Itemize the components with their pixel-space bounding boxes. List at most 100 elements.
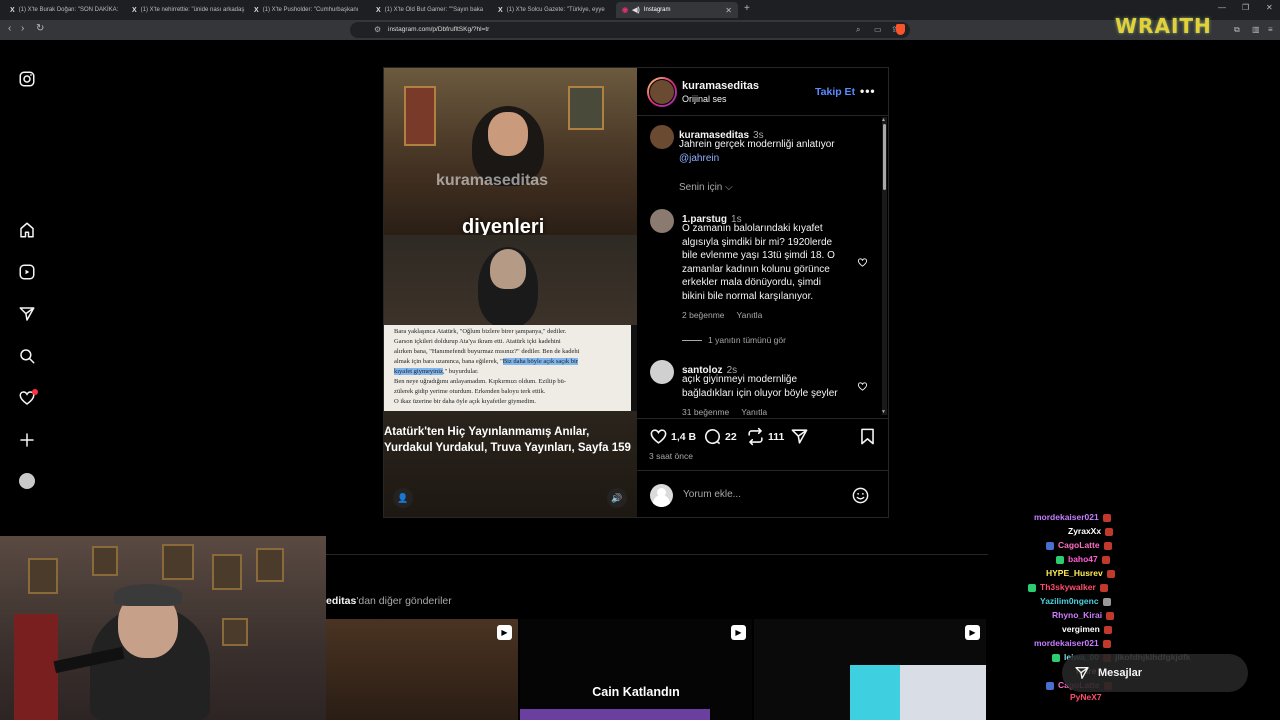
comment-likes[interactable]: 31 beğenme [682, 407, 729, 417]
browser-tab[interactable]: X (1) X'te Burak Doğan: "SON DAKİKA: [4, 2, 126, 18]
browser-tab[interactable]: X (1) X'te Pusholder: "Cumhurbaşkanı [248, 2, 370, 18]
caption-mention[interactable]: @jahrein [679, 152, 719, 166]
extensions-icon[interactable]: ⧉ [1234, 25, 1240, 35]
chat-message: baho47 [1056, 554, 1110, 564]
wall-frame [222, 618, 248, 646]
notification-dot [32, 389, 38, 395]
more-options-icon[interactable]: ••• [860, 84, 876, 98]
back-icon[interactable]: ‹ [8, 23, 11, 34]
chat-badge-icon [1052, 653, 1060, 662]
sidebar-icon[interactable]: ▥ [1252, 25, 1260, 34]
follow-button[interactable]: Takip Et [815, 86, 855, 98]
create-plus-icon[interactable] [18, 431, 36, 449]
wall-frame [28, 558, 58, 594]
brave-shield-icon[interactable] [896, 24, 905, 35]
search-icon[interactable] [18, 347, 36, 365]
messages-icon [1075, 667, 1089, 679]
streamer-webcam [0, 536, 326, 720]
streamer-face [488, 112, 528, 156]
audio-label[interactable]: Orijinal ses [682, 94, 727, 104]
scroll-up-icon[interactable]: ▲ [881, 117, 886, 123]
chat-badge-icon [1102, 513, 1111, 522]
browser-tab[interactable]: X (1) X'te Solcu Gazete: "Türkiye, eyye [492, 2, 614, 18]
x-logo-icon: X [132, 6, 137, 14]
address-bar[interactable]: ⚙ instagram.com/p/DbfrufltSKg/?hl=tr ⌕ ▭… [350, 22, 910, 38]
video-frame-streamer [384, 68, 637, 235]
portrait-face [490, 249, 526, 289]
zoom-icon[interactable]: ⌕ [856, 25, 860, 35]
save-bookmark-icon[interactable] [858, 427, 877, 446]
scrollbar-thumb[interactable] [883, 124, 886, 190]
comment-meta: 2 beğenme Yanıtla [682, 310, 774, 320]
browser-tab[interactable]: X (1) X'te nehirrettie: "ünide nası arkad… [126, 2, 248, 18]
author-avatar[interactable] [647, 77, 677, 107]
sort-dropdown[interactable]: Senin için ⌵ [679, 182, 733, 193]
chat-badge-icon [1028, 583, 1036, 592]
wall-frame [568, 86, 604, 130]
browser-toolbar: ‹ › ↻ ▯ ⚙ instagram.com/p/DbfrufltSKg/?h… [0, 20, 1280, 40]
repost-icon[interactable] [746, 427, 765, 446]
reels-icon[interactable] [18, 263, 36, 281]
tagged-user-icon[interactable]: 👤 [393, 488, 413, 508]
chat-badge-icon [1046, 541, 1054, 550]
browser-tab[interactable]: X (1) X'te Old But Gamer: ""Sayın baka [370, 2, 492, 18]
reply-link[interactable]: Yanıtla [741, 407, 767, 417]
stream-overlay-logo: WRAITH [1115, 14, 1212, 38]
thumbnail-bar [520, 709, 710, 720]
post-timestamp: 3 saat önce [649, 451, 693, 461]
wall-frame [256, 548, 284, 582]
x-logo-icon: X [376, 6, 381, 14]
chat-message: Th3skywalker [1028, 582, 1108, 592]
comment-count[interactable]: 22 [725, 431, 737, 443]
like-heart-icon[interactable] [649, 427, 668, 446]
chat-badge-icon [1103, 625, 1112, 634]
chat-message: vergimen [1062, 624, 1112, 634]
caption-avatar[interactable] [650, 125, 674, 149]
chat-message: Yazilim0ngenc [1040, 596, 1111, 606]
home-icon[interactable] [18, 221, 36, 239]
chat-badge-icon [1099, 583, 1108, 592]
browser-tab-active[interactable]: ◉ ◀) Instagram ✕ [616, 2, 738, 18]
cast-icon[interactable]: ▭ [874, 25, 882, 34]
more-post-thumbnail[interactable]: ▶ [754, 619, 986, 720]
minimize-icon[interactable]: — [1218, 3, 1226, 12]
wall-frame [92, 546, 118, 576]
chat-message: PyNeX7 [1070, 692, 1102, 702]
reload-icon[interactable]: ↻ [36, 23, 44, 34]
current-user-avatar [650, 484, 673, 507]
more-post-thumbnail[interactable]: ▶ Cain Katlandın [520, 619, 752, 720]
new-tab-button[interactable]: + [744, 3, 750, 14]
comment-likes[interactable]: 2 beğenme [682, 310, 725, 320]
scroll-down-icon[interactable]: ▼ [881, 409, 886, 415]
view-replies-link[interactable]: 1 yanıtın tümünü gör [682, 335, 786, 345]
repost-count[interactable]: 111 [768, 431, 784, 443]
post-media[interactable]: kuramaseditas diyenleri Bara yaklaşınca … [384, 68, 637, 517]
reply-link[interactable]: Yanıtla [737, 310, 763, 320]
messages-icon[interactable] [18, 305, 36, 323]
share-icon[interactable] [790, 427, 809, 446]
forward-icon[interactable]: › [21, 23, 24, 34]
x-logo-icon: X [10, 6, 15, 14]
comment-avatar[interactable] [650, 360, 674, 384]
instagram-logo-icon[interactable] [18, 70, 36, 88]
close-tab-icon[interactable]: ✕ [725, 6, 732, 15]
author-username[interactable]: kuramaseditas [682, 80, 759, 92]
site-info-icon[interactable]: ⚙ [374, 25, 381, 34]
volume-icon[interactable]: 🔊 [607, 488, 627, 508]
like-count[interactable]: 1,4 B [671, 431, 696, 443]
messages-button[interactable]: Mesajlar [1062, 654, 1248, 692]
profile-avatar[interactable] [19, 473, 35, 489]
comment-like-heart-icon[interactable] [857, 257, 868, 268]
comment-avatar[interactable] [650, 209, 674, 233]
menu-icon[interactable]: ≡ [1268, 25, 1273, 34]
window-close-icon[interactable]: ✕ [1266, 3, 1273, 12]
chat-message: mordekaiser021 [1034, 638, 1111, 648]
comment-icon[interactable] [703, 427, 722, 446]
emoji-icon[interactable] [851, 486, 870, 505]
x-logo-icon: X [254, 6, 259, 14]
add-comment-input[interactable]: Yorum ekle... [683, 489, 741, 500]
comment-like-heart-icon[interactable] [857, 381, 868, 392]
more-post-thumbnail[interactable]: ▶ [326, 619, 518, 720]
browser-tab-bar: X (1) X'te Burak Doğan: "SON DAKİKA: X (1)… [0, 0, 1280, 20]
maximize-icon[interactable]: ❐ [1242, 3, 1249, 12]
